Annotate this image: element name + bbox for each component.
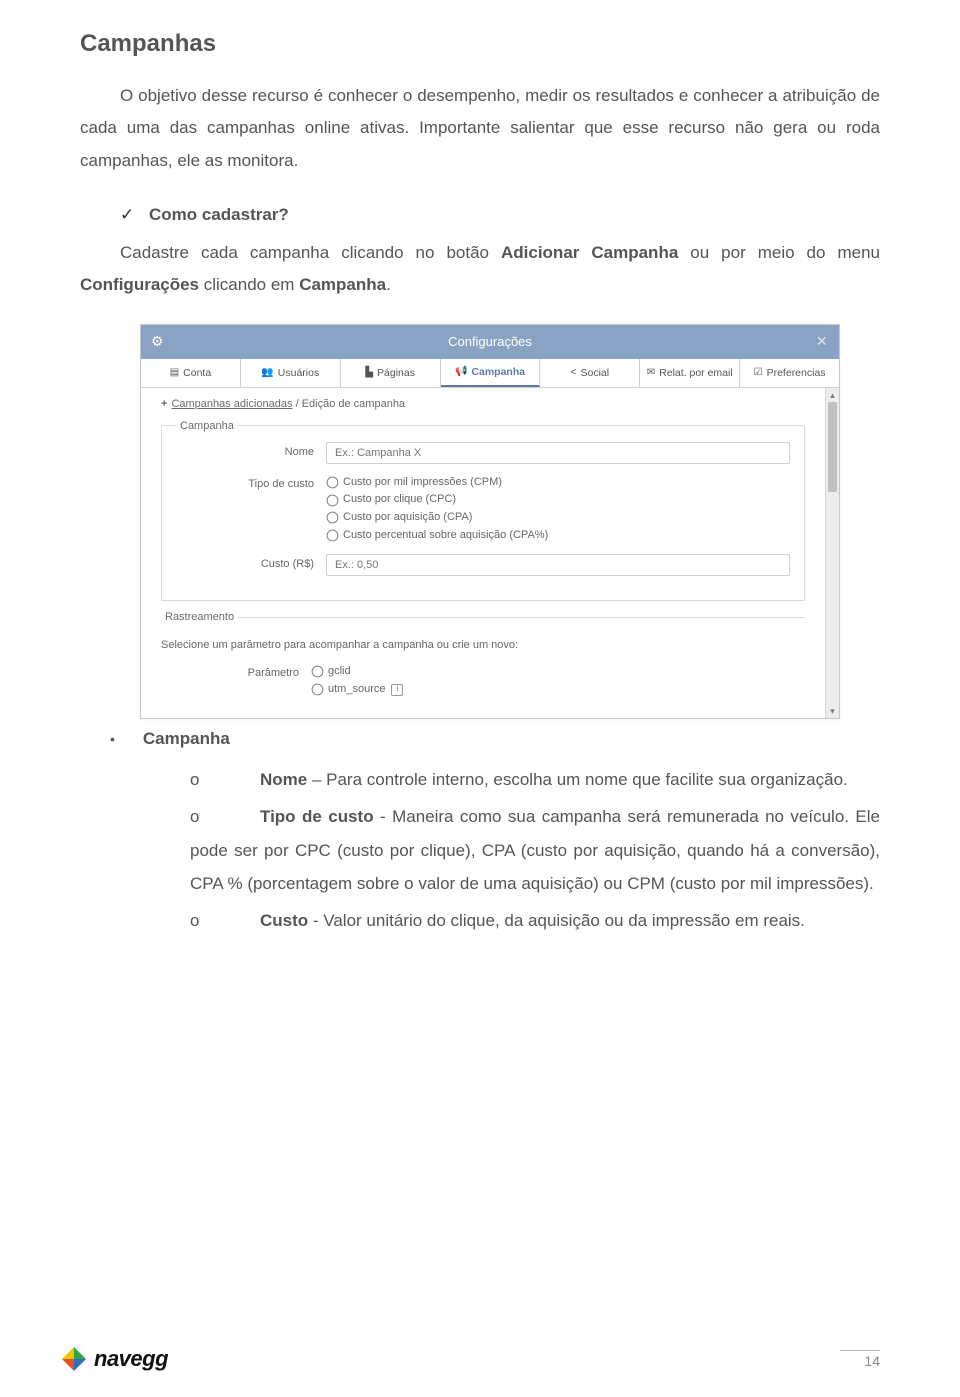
label-nome: Nome xyxy=(176,442,326,458)
tab-preferencias[interactable]: ☑Preferencias xyxy=(740,359,839,387)
page-number: 14 xyxy=(840,1350,880,1369)
sub-custo: oCusto - Valor unitário do clique, da aq… xyxy=(190,904,880,937)
tabs-bar: ▤Conta 👥Usuários ▙Páginas 📢Campanha <Soc… xyxy=(141,359,839,388)
check-icon: ✓ xyxy=(120,205,134,224)
brand-text: navegg xyxy=(94,1346,168,1372)
radio-cpc[interactable]: Custo por clique (CPC) xyxy=(326,491,790,509)
tab-conta[interactable]: ▤Conta xyxy=(141,359,241,387)
label-custo: Custo (R$) xyxy=(176,554,326,570)
share-icon: < xyxy=(571,367,577,378)
tab-usuarios[interactable]: 👥Usuários xyxy=(241,359,341,387)
pages-icon: ▙ xyxy=(365,367,373,378)
fieldset-campanha: Campanha Nome Tipo de custo Custo por mi… xyxy=(161,420,805,601)
tab-campanha[interactable]: 📢Campanha xyxy=(441,359,541,387)
radio-cpa[interactable]: Custo por aquisição (CPA) xyxy=(326,509,790,527)
legend-campanha: Campanha xyxy=(176,420,238,432)
scrollbar[interactable]: ▴ ▾ xyxy=(825,388,839,719)
tab-social[interactable]: <Social xyxy=(540,359,640,387)
scroll-thumb[interactable] xyxy=(828,402,837,492)
scroll-down-icon[interactable]: ▾ xyxy=(826,704,839,718)
sub-tipo: oTipo de custo - Maneira como sua campan… xyxy=(190,800,880,899)
page-footer: navegg 14 xyxy=(60,1345,880,1373)
tab-relat[interactable]: ✉Relat. por email xyxy=(640,359,740,387)
plus-icon: + xyxy=(161,398,167,410)
breadcrumb-link[interactable]: Campanhas adicionadas xyxy=(171,398,292,410)
scroll-up-icon[interactable]: ▴ xyxy=(826,388,839,402)
fieldset-rastreamento: Rastreamento Selecione um parâmetro para… xyxy=(161,611,805,698)
radio-cpm[interactable]: Custo por mil impressões (CPM) xyxy=(326,474,790,492)
breadcrumb: +Campanhas adicionadas / Edição de campa… xyxy=(161,398,805,410)
logo-icon xyxy=(60,1345,88,1373)
radio-cpa-pct[interactable]: Custo percentual sobre aquisição (CPA%) xyxy=(326,527,790,545)
users-icon: 👥 xyxy=(261,367,273,378)
page-heading: Campanhas xyxy=(80,30,880,58)
mail-icon: ✉ xyxy=(647,367,655,378)
label-parametro: Parâmetro xyxy=(161,663,311,679)
sub-nome: oNome – Para controle interno, escolha u… xyxy=(190,763,880,796)
radio-utm-source[interactable]: utm_sourcei xyxy=(311,681,805,699)
check-icon: ☑ xyxy=(754,367,763,378)
config-screenshot: ⚙ Configurações × ▤Conta 👥Usuários ▙Pági… xyxy=(140,324,840,720)
label-tipo: Tipo de custo xyxy=(176,474,326,490)
brand-logo: navegg xyxy=(60,1345,168,1373)
input-custo[interactable] xyxy=(326,554,790,576)
howto-title: ✓ Como cadastrar? xyxy=(120,199,880,231)
bullet-campanha-title: •Campanha xyxy=(110,729,880,749)
breadcrumb-current: Edição de campanha xyxy=(302,398,405,410)
modal-title: Configurações xyxy=(448,334,532,349)
input-nome[interactable] xyxy=(326,442,790,464)
legend-rastreamento: Rastreamento xyxy=(161,611,238,623)
card-icon: ▤ xyxy=(170,367,179,378)
info-icon[interactable]: i xyxy=(391,684,403,696)
modal-header: ⚙ Configurações × xyxy=(141,325,839,359)
campaign-icon: 📢 xyxy=(455,366,467,377)
tab-paginas[interactable]: ▙Páginas xyxy=(341,359,441,387)
gear-icon: ⚙ xyxy=(151,333,164,350)
tracking-hint: Selecione um parâmetro para acompanhar a… xyxy=(161,639,805,651)
howto-paragraph: Cadastre cada campanha clicando no botão… xyxy=(80,237,880,302)
close-icon[interactable]: × xyxy=(816,331,827,352)
radio-gclid[interactable]: gclid xyxy=(311,663,805,681)
intro-paragraph: O objetivo desse recurso é conhecer o de… xyxy=(80,80,880,177)
